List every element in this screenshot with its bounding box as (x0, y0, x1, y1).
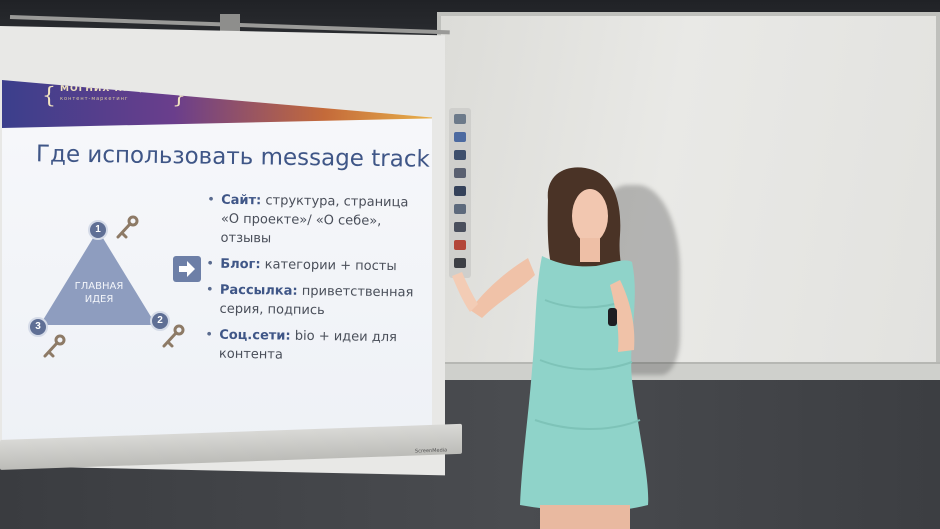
bullet-text: категории + посты (260, 257, 397, 275)
tool-icon (454, 204, 466, 214)
triangle-label-line1: ГЛАВНАЯ (74, 281, 124, 292)
slide: { } МОГНИХ ПРОДАЖ контент-маркетинг Где … (2, 80, 432, 455)
screen-brand-logo: ScreenMedia (414, 447, 448, 455)
banner-brace-left: { (42, 84, 56, 109)
bullet-head: Сайт: (221, 192, 262, 209)
presenter-shadow (585, 185, 680, 375)
bullet-item: Соц.сети: bio + идеи для контента (205, 325, 421, 366)
key-icon (162, 324, 185, 348)
number-badge-2: 2 (150, 311, 170, 331)
bullet-list: Сайт: структура, страница «О проекте»/ «… (205, 191, 422, 374)
triangle-shape (40, 230, 156, 325)
slide-title: Где использовать message track (35, 141, 430, 173)
whiteboard-tray (440, 362, 940, 380)
bullet-item: Рассылка: приветственная серия, подпись (205, 280, 421, 321)
presentation-scene: { } МОГНИХ ПРОДАЖ контент-маркетинг Где … (0, 0, 940, 529)
triangle-label: ГЛАВНАЯ ИДЕЯ (64, 280, 134, 306)
bullet-item: Блог: категории + посты (206, 255, 421, 277)
number-badge-3: 3 (28, 317, 48, 337)
triangle-label-line2: ИДЕЯ (84, 294, 114, 305)
tool-icon (454, 132, 466, 142)
bullet-item: Сайт: структура, страница «О проекте»/ «… (206, 191, 422, 251)
bullet-head: Блог: (220, 256, 261, 273)
tool-icon (454, 150, 466, 160)
bullet-head: Соц.сети: (219, 327, 291, 344)
tool-icon (454, 186, 466, 196)
key-icon (43, 334, 66, 358)
arrow-glyph (179, 261, 195, 277)
tool-icon (454, 258, 466, 268)
whiteboard (437, 12, 940, 378)
tool-icon (454, 222, 466, 232)
key-icon (116, 215, 139, 239)
tool-icon (454, 114, 466, 124)
arrow-right-icon (173, 256, 201, 282)
number-badge-1: 1 (88, 220, 108, 240)
tool-icon (454, 168, 466, 178)
bullet-head: Рассылка: (219, 282, 298, 299)
banner-subtitle: контент-маркетинг (60, 96, 129, 102)
whiteboard-toolbar (449, 108, 471, 278)
tool-icon (454, 240, 466, 250)
